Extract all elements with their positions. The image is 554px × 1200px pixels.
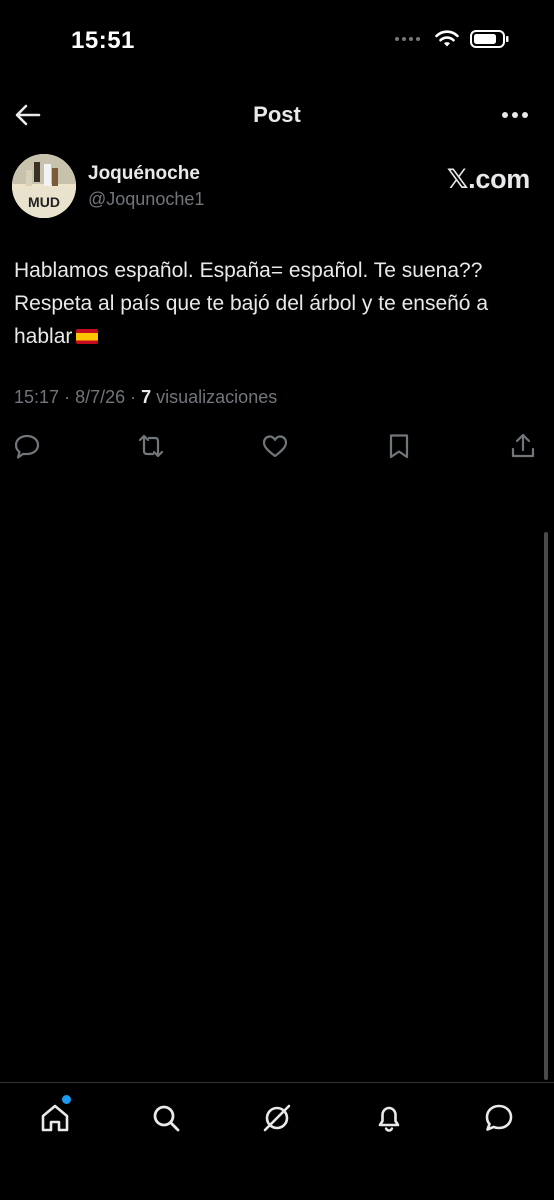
search-icon[interactable] [150,1102,182,1134]
messages-icon[interactable] [483,1102,515,1134]
share-icon[interactable] [509,432,537,460]
post-date: 8/7/26 [75,387,126,407]
notifications-icon[interactable] [373,1102,405,1134]
grok-icon[interactable] [261,1102,293,1134]
post-time: 15:17 [14,387,60,407]
top-bar: Post [0,92,554,138]
meta-separator: · [64,387,76,407]
meta-separator: · [130,387,142,407]
avatar[interactable]: MUD [12,154,76,218]
post-meta: 15:17 · 8/7/26 · 7 visualizaciones [14,387,277,408]
avatar-logo-text: MUD [28,194,60,210]
post-text: Hablamos español. España= español. Te su… [14,254,534,353]
home-icon[interactable] [39,1102,71,1134]
views-label: visualizaciones [156,387,278,407]
scrollbar[interactable] [544,532,548,1080]
battery-icon [470,30,509,48]
page-title: Post [253,102,301,127]
bookmark-icon[interactable] [385,432,413,460]
views-count: 7 [141,387,152,407]
notification-dot [62,1095,71,1104]
wifi-icon [435,30,459,47]
author-name[interactable]: Joquénoche [88,163,200,185]
more-horizontal-icon[interactable] [502,112,528,118]
spain-flag-icon [76,329,99,344]
repost-icon[interactable] [137,432,165,460]
reply-icon[interactable] [13,432,41,460]
x-watermark: 𝕏.com [446,164,531,194]
status-indicators [395,29,510,49]
like-icon[interactable] [261,432,289,460]
signal-icon [395,37,420,41]
status-time: 15:51 [71,27,135,54]
bottom-nav [0,1082,554,1200]
author-handle[interactable]: @Joqunoche1 [88,189,204,210]
